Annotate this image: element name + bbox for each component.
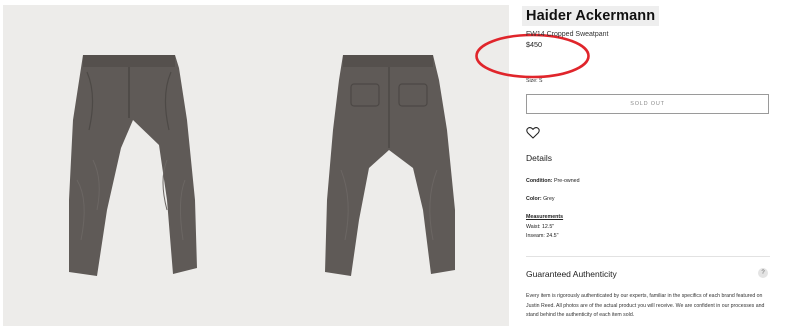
product-price: $450 (526, 40, 542, 49)
condition-value: Pre-owned (552, 178, 580, 184)
page-scrollbar[interactable] (781, 0, 790, 326)
sold-out-button[interactable]: SOLD OUT (526, 94, 769, 114)
detail-color: Color: Grey (526, 196, 555, 202)
measurements-heading: Measurements (526, 214, 564, 220)
product-image-gallery (3, 5, 509, 326)
color-value: Grey (541, 196, 555, 202)
product-name: FW14 Cropped Sweatpant (526, 31, 609, 38)
measurement-waist: Waist: 12.5" (526, 224, 555, 230)
product-info-panel: Haider Ackermann FW14 Cropped Sweatpant … (522, 0, 776, 326)
detail-condition: Condition: Pre-owned (526, 178, 580, 184)
authenticity-text: Every item is rigorously authenticated b… (526, 293, 765, 319)
help-icon[interactable]: ? (758, 268, 768, 278)
color-key: Color: (526, 196, 542, 202)
size-label: Size: S (526, 78, 543, 84)
section-divider (526, 256, 770, 257)
details-heading: Details (526, 153, 552, 163)
authenticity-heading[interactable]: Guaranteed Authenticity (526, 269, 617, 279)
measurement-inseam: Inseam: 24.5" (526, 233, 559, 239)
brand-name[interactable]: Haider Ackermann (522, 6, 660, 26)
product-image-front[interactable] (63, 50, 199, 280)
product-image-back[interactable] (321, 50, 457, 280)
heart-icon[interactable] (526, 126, 540, 139)
condition-key: Condition: (526, 178, 553, 184)
